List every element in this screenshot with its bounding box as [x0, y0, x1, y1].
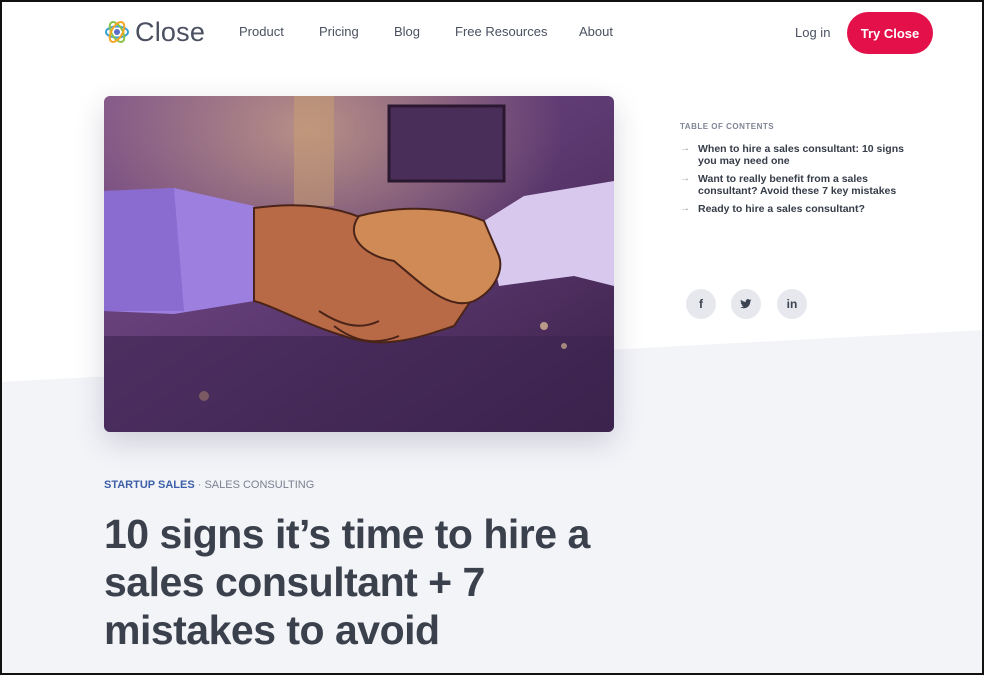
facebook-icon: f: [699, 297, 703, 311]
nav-product[interactable]: Product: [239, 24, 284, 39]
nav-blog[interactable]: Blog: [394, 24, 420, 39]
close-logo-icon: [105, 21, 129, 43]
nav-about[interactable]: About: [579, 24, 613, 39]
linkedin-share-button[interactable]: in: [777, 289, 807, 319]
nav-pricing[interactable]: Pricing: [319, 24, 359, 39]
category-primary[interactable]: STARTUP SALES: [104, 479, 195, 491]
twitter-icon: [740, 299, 752, 309]
arrow-right-icon: →: [680, 203, 690, 214]
article-categories: STARTUP SALES · SALES CONSULTING: [104, 479, 314, 491]
toc-item[interactable]: → Ready to hire a sales consultant?: [680, 203, 865, 215]
facebook-share-button[interactable]: f: [686, 289, 716, 319]
site-header: Close Product Pricing Blog Free Resource…: [0, 0, 984, 66]
linkedin-icon: in: [786, 297, 798, 311]
category-separator: ·: [194, 479, 205, 491]
toc-item[interactable]: → When to hire a sales consultant: 10 si…: [680, 143, 920, 167]
try-close-button[interactable]: Try Close: [847, 12, 933, 54]
arrow-right-icon: →: [680, 173, 690, 184]
article-title: 10 signs it’s time to hire a sales consu…: [104, 511, 590, 653]
hero-image: [104, 96, 614, 432]
login-link[interactable]: Log in: [795, 25, 830, 40]
arrow-right-icon: →: [680, 143, 690, 154]
toc-item[interactable]: → Want to really benefit from a sales co…: [680, 173, 920, 197]
category-secondary[interactable]: SALES CONSULTING: [204, 479, 314, 491]
toc-heading: TABLE OF CONTENTS: [680, 122, 775, 131]
toc-item-label: When to hire a sales consultant: 10 sign…: [698, 143, 904, 167]
logo[interactable]: Close: [103, 17, 205, 47]
logo-text: Close: [135, 17, 206, 47]
nav-free-resources[interactable]: Free Resources: [455, 24, 547, 39]
twitter-share-button[interactable]: [731, 289, 761, 319]
handshake-illustration: [104, 96, 614, 432]
toc-item-label: Want to really benefit from a sales cons…: [698, 173, 897, 197]
toc-item-label: Ready to hire a sales consultant?: [698, 203, 865, 215]
